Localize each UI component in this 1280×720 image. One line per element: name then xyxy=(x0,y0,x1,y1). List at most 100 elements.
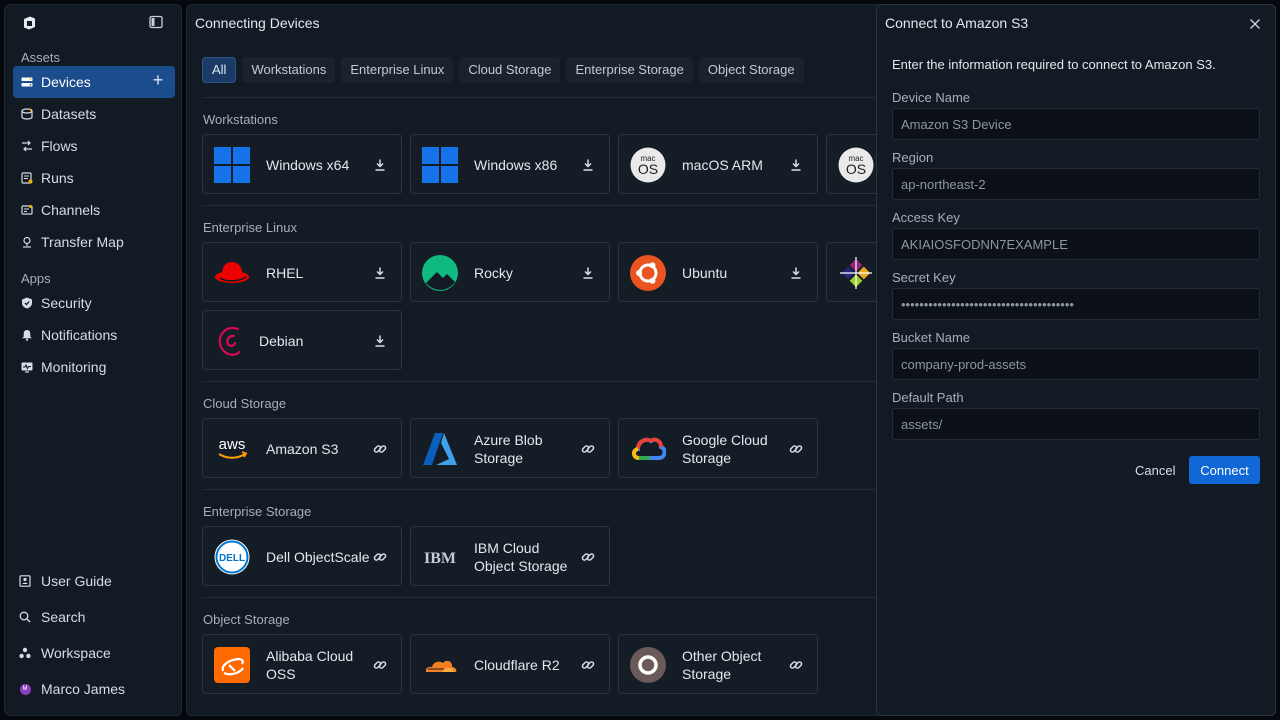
link-icon[interactable] xyxy=(581,442,595,456)
link-icon[interactable] xyxy=(789,442,803,456)
svg-text:aws: aws xyxy=(219,436,246,453)
device-card-ubuntu[interactable]: Ubuntu xyxy=(618,242,818,302)
rocky-logo-icon xyxy=(422,255,458,291)
sidebar: Assets Devices + Datasets Flows Runs Cha… xyxy=(4,4,182,716)
sidebar-item-label: Security xyxy=(41,295,92,311)
app-logo-icon[interactable] xyxy=(21,15,37,31)
download-icon[interactable] xyxy=(373,334,387,348)
download-icon[interactable] xyxy=(373,266,387,280)
device-name: Amazon S3 xyxy=(266,441,339,457)
sidebar-item-workspace[interactable]: Workspace xyxy=(13,638,175,668)
filter-workstations[interactable]: Workstations xyxy=(242,57,336,83)
divider xyxy=(202,597,882,598)
bucket-name-field[interactable] xyxy=(892,348,1260,380)
filter-enterprise-linux[interactable]: Enterprise Linux xyxy=(341,57,454,83)
connect-dialog: Connect to Amazon S3 Enter the informati… xyxy=(876,4,1276,716)
sidebar-item-label: Flows xyxy=(41,138,78,154)
link-icon[interactable] xyxy=(373,658,387,672)
connect-button[interactable]: Connect xyxy=(1189,456,1260,484)
alibaba-cloud-logo-icon xyxy=(214,647,250,683)
device-name: Ubuntu xyxy=(682,265,728,281)
sidebar-item-flows[interactable]: Flows xyxy=(13,130,175,162)
device-name: Windows x86 xyxy=(474,157,558,173)
device-name-label: Device Name xyxy=(892,90,971,105)
windows-logo-icon xyxy=(422,147,458,183)
sidebar-item-user-guide[interactable]: User Guide xyxy=(13,566,175,596)
device-card-windows-x86[interactable]: Windows x86 xyxy=(410,134,610,194)
device-card-other-object-storage[interactable]: Other Object Storage xyxy=(618,634,818,694)
download-icon[interactable] xyxy=(789,266,803,280)
svg-text:DELL: DELL xyxy=(219,553,245,564)
device-card-windows-x64[interactable]: Windows x64 xyxy=(202,134,402,194)
region-field[interactable] xyxy=(892,168,1260,200)
sidebar-item-security[interactable]: Security xyxy=(13,287,175,319)
device-card-google-cloud-storage[interactable]: Google Cloud Storage xyxy=(618,418,818,478)
group-label-enterprise-linux: Enterprise Linux xyxy=(203,220,297,235)
filter-cloud-storage[interactable]: Cloud Storage xyxy=(459,57,561,83)
sidebar-item-channels[interactable]: Channels xyxy=(13,194,175,226)
download-icon[interactable] xyxy=(581,158,595,172)
sidebar-item-monitoring[interactable]: Monitoring xyxy=(13,351,175,383)
secret-key-label: Secret Key xyxy=(892,270,956,285)
device-card-cloudflare-r2[interactable]: Cloudflare R2 xyxy=(410,634,610,694)
device-name: RHEL xyxy=(266,265,304,281)
avatar: M xyxy=(19,683,31,695)
device-card-macos-arm[interactable]: mac OS macOS ARM xyxy=(618,134,818,194)
divider xyxy=(202,489,882,490)
ubuntu-logo-icon xyxy=(630,255,666,291)
sidebar-item-search[interactable]: Search xyxy=(13,602,175,632)
link-icon[interactable] xyxy=(373,442,387,456)
object-storage-logo-icon xyxy=(630,647,666,683)
sidebar-item-notifications[interactable]: Notifications xyxy=(13,319,175,351)
divider xyxy=(202,205,882,206)
redhat-logo-icon xyxy=(214,255,250,291)
secret-key-field[interactable] xyxy=(892,288,1260,320)
close-icon[interactable] xyxy=(1249,17,1261,29)
sidebar-item-datasets[interactable]: Datasets xyxy=(13,98,175,130)
device-name: Rocky xyxy=(474,265,513,281)
link-icon[interactable] xyxy=(373,550,387,564)
device-name-field[interactable] xyxy=(892,108,1260,140)
device-name: Azure Blob Storage xyxy=(474,432,543,466)
download-icon[interactable] xyxy=(789,158,803,172)
link-icon[interactable] xyxy=(789,658,803,672)
cancel-button[interactable]: Cancel xyxy=(1129,456,1181,484)
device-name: Alibaba Cloud OSS xyxy=(266,648,354,682)
device-card-debian[interactable]: Debian xyxy=(202,310,402,370)
link-icon[interactable] xyxy=(581,550,595,564)
runs-icon xyxy=(21,172,33,184)
flows-icon xyxy=(21,140,33,152)
download-icon[interactable] xyxy=(373,158,387,172)
device-card-rocky[interactable]: Rocky xyxy=(410,242,610,302)
macos-logo-icon: mac OS xyxy=(838,147,874,183)
group-label-enterprise-storage: Enterprise Storage xyxy=(203,504,312,519)
device-name: macOS ARM xyxy=(682,157,763,173)
datasets-icon xyxy=(21,108,33,120)
sidebar-item-runs[interactable]: Runs xyxy=(13,162,175,194)
dell-logo-icon: DELL xyxy=(214,539,250,575)
sidebar-item-transfer-map[interactable]: Transfer Map xyxy=(13,226,175,258)
sidebar-item-user-profile[interactable]: M Marco James xyxy=(13,674,175,704)
filter-enterprise-storage[interactable]: Enterprise Storage xyxy=(566,57,693,83)
google-cloud-logo-icon xyxy=(630,431,666,467)
download-icon[interactable] xyxy=(581,266,595,280)
default-path-field[interactable] xyxy=(892,408,1260,440)
apps-section-label: Apps xyxy=(21,271,51,286)
device-card-dell-objectscale[interactable]: DELL Dell ObjectScale xyxy=(202,526,402,586)
device-card-alibaba-oss[interactable]: Alibaba Cloud OSS xyxy=(202,634,402,694)
sidebar-item-label: Monitoring xyxy=(41,359,107,375)
device-card-ibm-cloud-object-storage[interactable]: IBM IBM Cloud Object Storage xyxy=(410,526,610,586)
category-filters: All Workstations Enterprise Linux Cloud … xyxy=(202,57,804,83)
device-name: Windows x64 xyxy=(266,157,350,173)
filter-all[interactable]: All xyxy=(202,57,237,83)
filter-object-storage[interactable]: Object Storage xyxy=(698,57,804,83)
device-card-azure-blob[interactable]: Azure Blob Storage xyxy=(410,418,610,478)
device-name: IBM Cloud Object Storage xyxy=(474,540,568,574)
sidebar-item-devices[interactable]: Devices + xyxy=(13,66,175,98)
add-device-icon[interactable]: + xyxy=(151,71,165,89)
device-card-rhel[interactable]: RHEL xyxy=(202,242,402,302)
device-card-amazon-s3[interactable]: aws Amazon S3 xyxy=(202,418,402,478)
access-key-field[interactable] xyxy=(892,228,1260,260)
link-icon[interactable] xyxy=(581,658,595,672)
sidebar-toggle-icon[interactable] xyxy=(149,15,165,31)
